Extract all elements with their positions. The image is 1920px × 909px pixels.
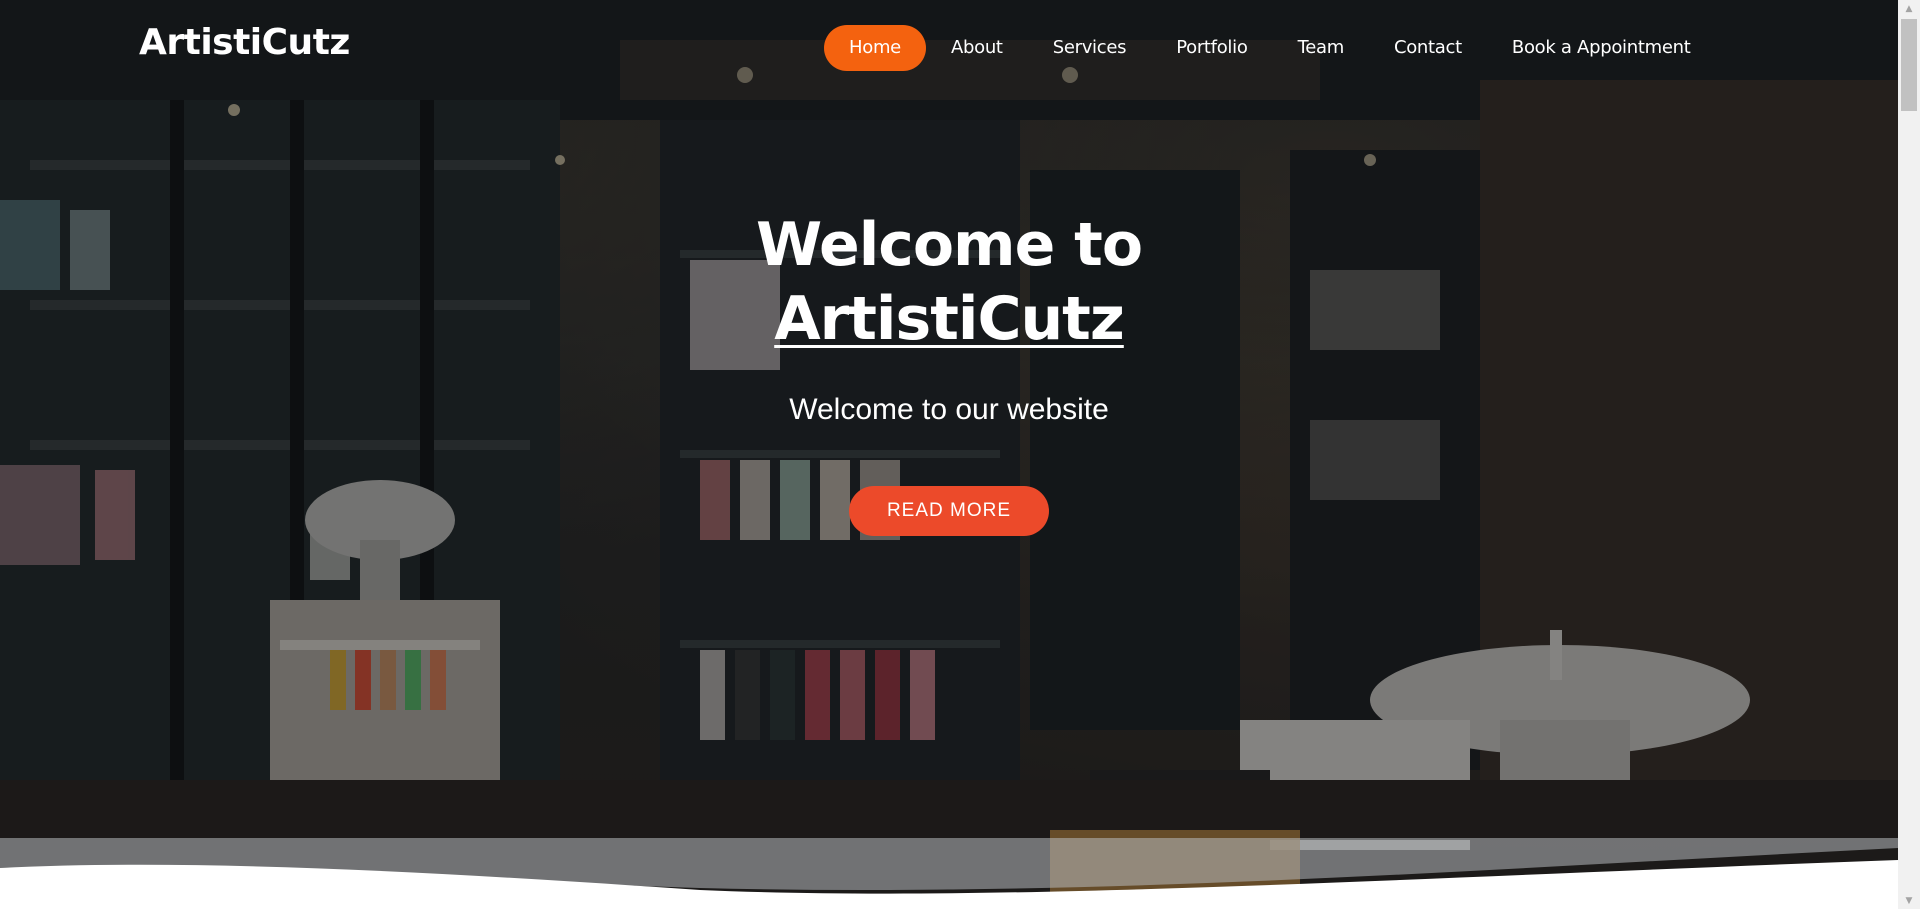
read-more-button[interactable]: READ MORE — [849, 486, 1049, 536]
nav-home[interactable]: Home — [824, 25, 926, 71]
scrollbar-thumb[interactable] — [1901, 19, 1917, 111]
hero-section — [0, 0, 1898, 909]
hero-title-line1: Welcome to — [755, 210, 1143, 280]
scroll-down-arrow-icon[interactable]: ▼ — [1898, 892, 1920, 909]
nav-team[interactable]: Team — [1273, 25, 1369, 71]
hero-bottom-wave — [0, 838, 1898, 909]
vertical-scrollbar[interactable]: ▲ ▼ — [1898, 0, 1920, 909]
nav-about[interactable]: About — [926, 25, 1028, 71]
nav-contact[interactable]: Contact — [1369, 25, 1487, 71]
hero-title-brand: ArtistiCutz — [774, 284, 1125, 354]
hero-dark-overlay — [0, 0, 1898, 909]
main-navigation: Home About Services Portfolio Team Conta… — [824, 25, 1715, 71]
nav-portfolio[interactable]: Portfolio — [1151, 25, 1272, 71]
nav-services[interactable]: Services — [1028, 25, 1152, 71]
site-logo[interactable]: ArtistiCutz — [139, 22, 350, 63]
hero-title: Welcome to ArtistiCutz — [0, 208, 1898, 356]
nav-book-appointment[interactable]: Book a Appointment — [1487, 25, 1716, 71]
scroll-up-arrow-icon[interactable]: ▲ — [1898, 0, 1920, 17]
hero-subtitle: Welcome to our website — [789, 393, 1109, 426]
